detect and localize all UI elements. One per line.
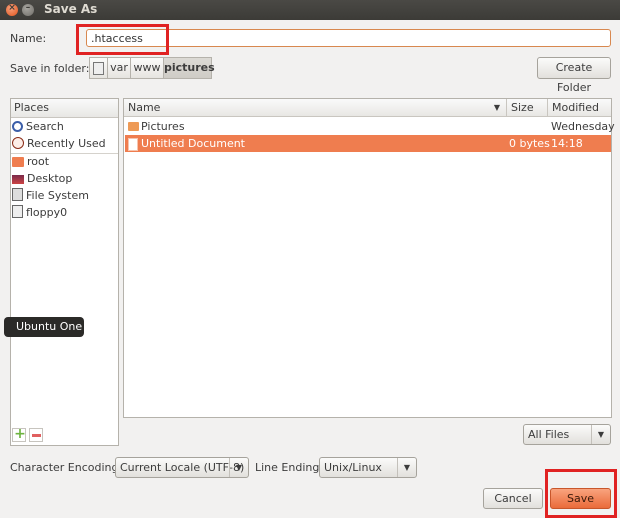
save-in-folder-label: Save in folder: [10, 62, 90, 75]
title-bar: × – Save As [0, 0, 620, 20]
place-item-recently-used[interactable]: Recently Used [12, 135, 116, 152]
column-header-size[interactable]: Size [506, 99, 548, 117]
column-header-name[interactable]: Name ▼ [124, 99, 506, 117]
drive-icon [93, 62, 104, 75]
close-icon: × [8, 3, 16, 13]
minus-icon [32, 434, 41, 437]
create-folder-button[interactable]: Create Folder [537, 57, 611, 94]
add-bookmark-button[interactable]: + [12, 426, 26, 442]
chevron-down-icon: ▼ [591, 425, 610, 444]
file-row-pictures[interactable]: Pictures Wednesday [125, 118, 615, 135]
path-crumb-pictures[interactable]: pictures [163, 57, 215, 79]
drive-icon [12, 188, 23, 201]
column-header-modified[interactable]: Modified [547, 99, 611, 117]
minimize-window-button[interactable]: – [22, 3, 34, 16]
place-item-desktop[interactable]: Desktop [12, 170, 116, 187]
path-drive-button[interactable] [89, 57, 108, 79]
minimize-icon: – [25, 3, 31, 13]
cancel-button[interactable]: Cancel [483, 488, 543, 509]
highlight-box-name [76, 24, 169, 55]
sort-descending-icon: ▼ [493, 103, 500, 112]
place-item-file-system[interactable]: File System [12, 187, 116, 204]
floppy-icon [12, 205, 23, 218]
plus-icon: + [14, 426, 26, 442]
close-window-button[interactable]: × [6, 3, 18, 16]
chevron-down-icon: ▼ [229, 458, 248, 477]
document-icon [128, 138, 138, 151]
home-folder-icon [12, 157, 24, 167]
clock-icon [12, 137, 24, 149]
path-crumb-var[interactable]: var [107, 57, 131, 79]
ubuntu-one-tooltip: Ubuntu One [4, 317, 84, 337]
character-encoding-label: Character Encoding: [10, 461, 123, 474]
line-ending-label: Line Ending: [255, 461, 324, 474]
file-row-untitled-document[interactable]: Untitled Document 0 bytes 14:18 [125, 135, 611, 152]
desktop-icon [12, 175, 24, 184]
place-item-search[interactable]: Search [12, 118, 116, 135]
place-item-root[interactable]: root [12, 153, 116, 170]
name-label: Name: [10, 32, 47, 45]
character-encoding-select[interactable]: Current Locale (UTF-8) ▼ [115, 457, 249, 478]
window-title: Save As [44, 2, 98, 16]
highlight-box-save [545, 469, 617, 518]
chevron-down-icon: ▼ [397, 458, 416, 477]
path-crumb-www[interactable]: www [130, 57, 164, 79]
line-ending-select[interactable]: Unix/Linux ▼ [319, 457, 417, 478]
search-icon [12, 121, 23, 132]
remove-bookmark-button[interactable] [29, 428, 43, 442]
file-filter-select[interactable]: All Files ▼ [523, 424, 611, 445]
places-header[interactable]: Places [11, 99, 118, 118]
folder-icon [128, 122, 139, 131]
place-item-floppy0[interactable]: floppy0 [12, 204, 116, 221]
